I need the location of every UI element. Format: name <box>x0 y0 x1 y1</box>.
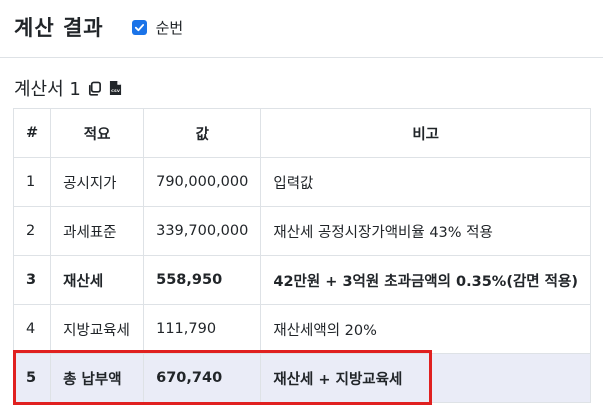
result-header: 계산 결과 순번 <box>14 10 183 44</box>
csv-file-icon[interactable]: CSV <box>109 80 123 97</box>
row-num: 5 <box>12 353 52 403</box>
row-name: 지방교육세 <box>50 304 145 354</box>
sequence-toggle[interactable]: 순번 <box>131 17 184 38</box>
svg-text:CSV: CSV <box>112 88 121 93</box>
col-header-note: 비고 <box>260 108 591 158</box>
col-header-num: # <box>12 108 52 158</box>
col-header-name: 적요 <box>50 108 145 158</box>
result-table: # 적요 값 비고 1 공시지가 790,000,000 입력값 2 과세표준 … <box>12 108 591 403</box>
calc-result-page: 계산 결과 순번 계산서 1 CSV # 적요 값 비고 1 공시지가 790,… <box>0 0 603 414</box>
header-divider <box>0 57 603 58</box>
statement-title: 계산서 1 <box>14 79 81 100</box>
row-note: 입력값 <box>260 157 591 207</box>
table-row: 1 공시지가 790,000,000 입력값 <box>12 157 591 207</box>
row-value: 790,000,000 <box>143 157 262 207</box>
row-value: 111,790 <box>143 304 262 354</box>
row-value: 558,950 <box>143 255 262 305</box>
row-value: 339,700,000 <box>143 206 262 256</box>
row-num: 3 <box>12 255 52 305</box>
col-header-value: 값 <box>143 108 262 158</box>
row-name: 과세표준 <box>50 206 145 256</box>
row-name: 공시지가 <box>50 157 145 207</box>
sequence-checkbox[interactable] <box>131 19 147 35</box>
row-note: 재산세액의 20% <box>260 304 591 354</box>
row-num: 2 <box>12 206 52 256</box>
row-note: 42만원 + 3억원 초과금액의 0.35%(감면 적용) <box>260 255 591 305</box>
row-note: 재산세 + 지방교육세 <box>260 353 591 403</box>
row-num: 4 <box>12 304 52 354</box>
page-title: 계산 결과 <box>14 16 104 40</box>
check-icon <box>134 23 144 31</box>
row-name: 재산세 <box>50 255 145 305</box>
table-row: 4 지방교육세 111,790 재산세액의 20% <box>12 304 591 354</box>
copy-icon[interactable] <box>87 80 103 96</box>
row-value: 670,740 <box>143 353 262 403</box>
total-row: 5 총 납부액 670,740 재산세 + 지방교육세 <box>12 353 591 403</box>
table-header-row: # 적요 값 비고 <box>12 108 591 158</box>
sequence-label[interactable]: 순번 <box>156 17 184 38</box>
row-note: 재산세 공정시장가액비율 43% 적용 <box>260 206 591 256</box>
statement-header: 계산서 1 CSV <box>14 75 123 101</box>
row-name: 총 납부액 <box>50 353 145 403</box>
table-row: 2 과세표준 339,700,000 재산세 공정시장가액비율 43% 적용 <box>12 206 591 256</box>
row-num: 1 <box>12 157 52 207</box>
table-row: 3 재산세 558,950 42만원 + 3억원 초과금액의 0.35%(감면 … <box>12 255 591 305</box>
